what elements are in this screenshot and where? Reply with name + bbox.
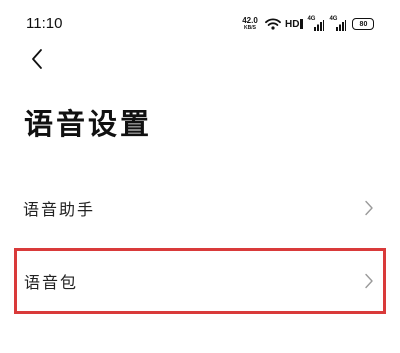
list-item-voice-assistant[interactable]: 语音助手 [14,175,386,241]
network-speed-unit: KB/S [244,25,256,31]
list-item-voice-pack[interactable]: 语音包 [14,248,386,314]
battery-level: 80 [359,20,368,28]
chevron-right-icon [365,200,373,216]
signal-sim1-icon: 4G [307,16,325,31]
status-icons: 42.0 KB/S HD 4G 4G 80 [239,15,375,33]
battery-icon: 80 [352,18,375,30]
page-title: 语音设置 [24,107,153,141]
status-time: 11:10 [26,15,63,32]
chevron-left-icon [32,49,42,69]
hd-indicator-icon [300,19,304,29]
list-item-label: 语音包 [24,273,79,292]
network-speed: 42.0 KB/S [239,17,261,31]
back-button[interactable] [22,44,52,74]
wifi-icon [265,18,281,30]
status-bar: 11:10 42.0 KB/S HD 4G 4G 80 [0,0,400,48]
chevron-right-icon [365,273,373,289]
signal-sim2-icon: 4G [329,16,347,31]
hd-label: HD [285,18,300,30]
list-item-label: 语音助手 [23,200,96,219]
network-speed-value: 42.0 [242,16,258,25]
